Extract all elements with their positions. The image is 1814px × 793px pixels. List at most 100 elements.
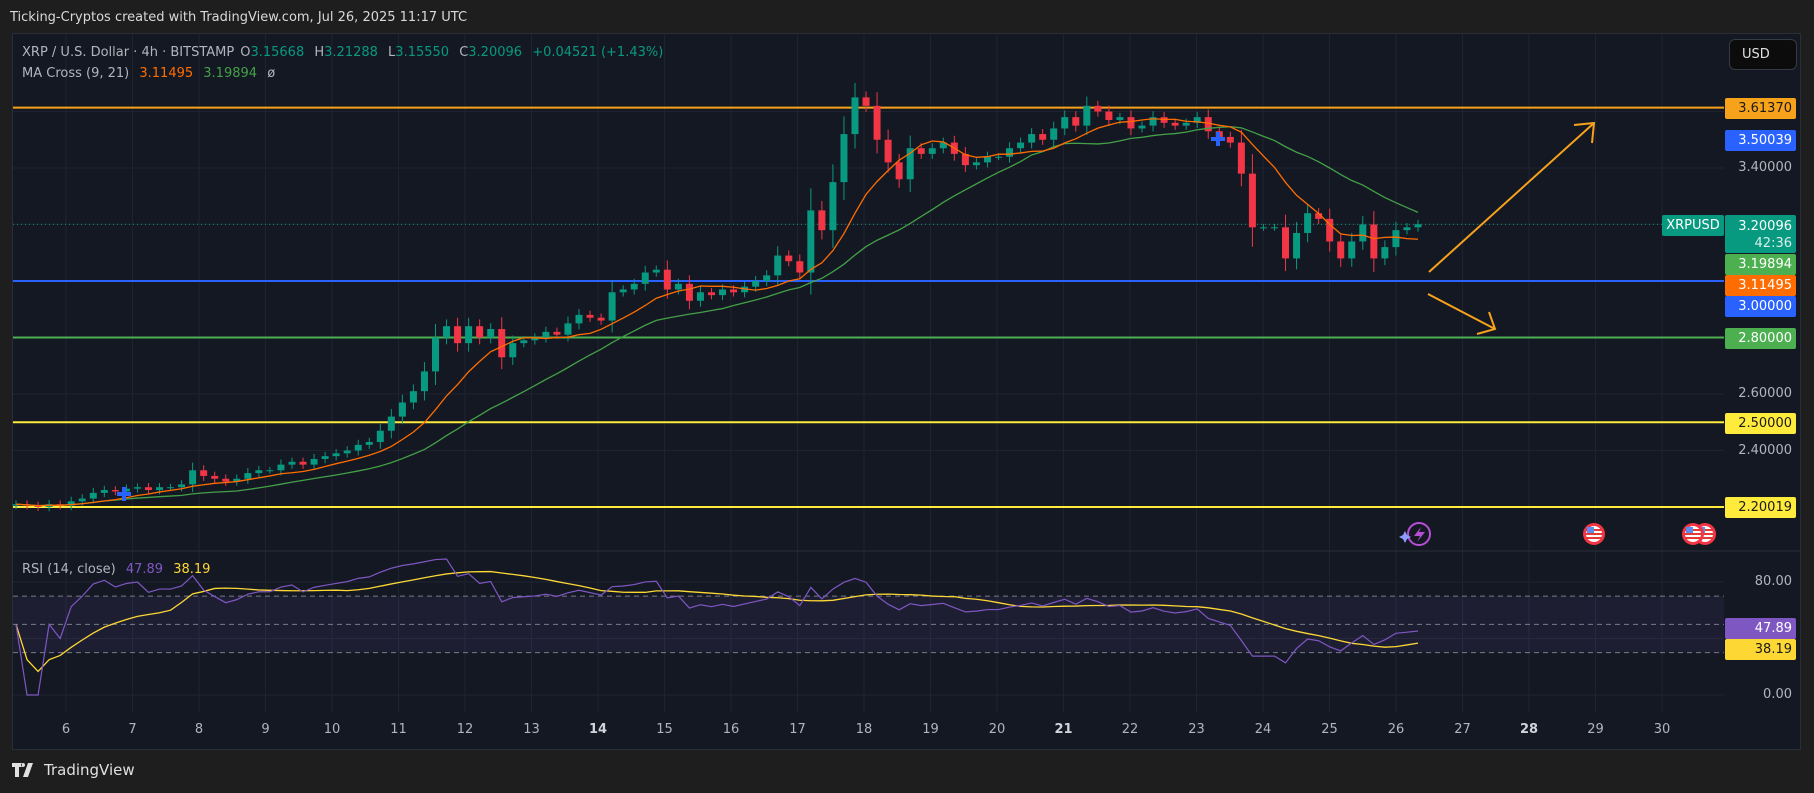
price-tick: 2.40000 [1738, 443, 1792, 458]
price-label-support-2-5: 2.50000 [1725, 413, 1796, 434]
candle-up [719, 289, 727, 296]
candle-up [630, 283, 638, 290]
date-tick-label: 18 [855, 722, 873, 737]
date-tick-label: 15 [656, 722, 673, 737]
candle-up [674, 283, 682, 290]
candle-up [774, 255, 782, 276]
candle-down [873, 105, 881, 140]
date-tick-label: 24 [1254, 722, 1272, 737]
candle-down [597, 317, 605, 321]
ma-fast-line [15, 118, 1419, 507]
candle-down [299, 461, 307, 465]
date-tick-label: 30 [1653, 722, 1671, 737]
price-label-support-2-8: 2.80000 [1725, 328, 1796, 349]
candle-up [100, 490, 108, 493]
candle-up [178, 484, 186, 488]
date-tick-label: 10 [323, 722, 341, 737]
candle-down [895, 162, 903, 180]
tradingview-logo[interactable]: TradingView [12, 761, 135, 779]
close-value: 3.20096 [468, 45, 523, 60]
candle-down [1226, 136, 1234, 143]
date-tick-label: 29 [1587, 722, 1604, 737]
currency-button[interactable]: USD [1729, 39, 1797, 70]
candle-up [1017, 142, 1025, 149]
candle-up [1381, 247, 1389, 259]
rsi-legend: RSI (14, close) 47.89 38.19 [22, 562, 216, 577]
candle-up [398, 402, 406, 417]
candle-up [520, 340, 528, 344]
candle-up [1414, 224, 1422, 228]
date-tick-label: 13 [523, 722, 540, 737]
current-price: 3.20096 [1738, 219, 1792, 234]
candle-up [696, 292, 704, 301]
candle-up [1304, 213, 1312, 233]
tradingview-logo-icon [12, 763, 33, 777]
candle-up [1392, 230, 1400, 248]
candle-down [730, 289, 738, 293]
candle-up [509, 343, 517, 358]
price-tick: 3.40000 [1738, 160, 1792, 175]
candle-up [1270, 227, 1278, 229]
symbol-legend: XRP / U.S. Dollar · 4h · BITSTAMP O3.1566… [22, 45, 664, 60]
candle-down [553, 331, 561, 335]
candle-down [707, 292, 715, 296]
candle-up [332, 453, 340, 457]
ma-name[interactable]: MA Cross (9, 21) [22, 66, 129, 81]
candle-up [277, 464, 285, 471]
date-tick-label: 9 [261, 722, 270, 737]
date-tick-label: 28 [1519, 722, 1539, 737]
candle-up [983, 156, 991, 163]
candle-down [211, 475, 219, 479]
symbol-title[interactable]: XRP / U.S. Dollar · 4h · BITSTAMP [22, 45, 234, 60]
candle-up [608, 292, 616, 321]
bar-countdown: 42:36 [1754, 236, 1792, 251]
ma-cross-marker-icon [1211, 132, 1225, 146]
rsi-name[interactable]: RSI (14, close) [22, 562, 116, 577]
candle-up [763, 275, 771, 281]
flag-canton [1686, 527, 1693, 533]
price-tick: 2.60000 [1738, 386, 1792, 401]
candle-up [167, 487, 175, 489]
rsi-value: 47.89 [125, 562, 164, 577]
candle-up [1293, 232, 1301, 259]
arrow-down-icon [1427, 293, 1497, 335]
date-tick-label: 26 [1387, 722, 1405, 737]
candle-down [454, 326, 462, 344]
candle-up [1116, 117, 1124, 120]
candle-up [343, 450, 351, 454]
candle-up [575, 314, 583, 324]
candle-up [244, 473, 252, 479]
candle-up [266, 470, 274, 472]
candle-up [387, 416, 395, 431]
candle-down [785, 255, 793, 262]
rsi-ma-value: 38.19 [173, 562, 211, 577]
candle-up [1028, 134, 1036, 143]
flag-canton [1587, 527, 1594, 533]
candle-up [542, 331, 550, 338]
flag-stripe [1586, 537, 1602, 539]
date-tick-label: 11 [390, 722, 407, 737]
ma-legend: MA Cross (9, 21) 3.11495 3.19894 ø [22, 66, 281, 81]
candle-down [917, 148, 925, 154]
candle-up [310, 458, 318, 465]
date-tick-label: 22 [1121, 722, 1139, 737]
candle-down [1370, 224, 1378, 259]
candle-up [972, 162, 980, 166]
date-tick-label: 21 [1054, 722, 1073, 737]
brand-name: TradingView [44, 761, 135, 779]
candle-up [851, 97, 859, 135]
candle-up [365, 442, 373, 445]
ma-slow-label: 3.19894 [1725, 254, 1796, 275]
rsi-label: 47.89 [1725, 618, 1796, 639]
candle-up [431, 337, 439, 372]
candle-down [1105, 111, 1113, 120]
candle-down [1072, 117, 1080, 126]
candle-down [685, 283, 693, 301]
candle-up [420, 371, 428, 392]
chart-canvas[interactable] [0, 0, 1814, 793]
candle-up [443, 326, 451, 338]
ma-flag: ø [267, 66, 276, 81]
lightning-bolt-icon [1414, 527, 1425, 542]
candle-up [1050, 128, 1058, 140]
candle-up [409, 391, 417, 403]
